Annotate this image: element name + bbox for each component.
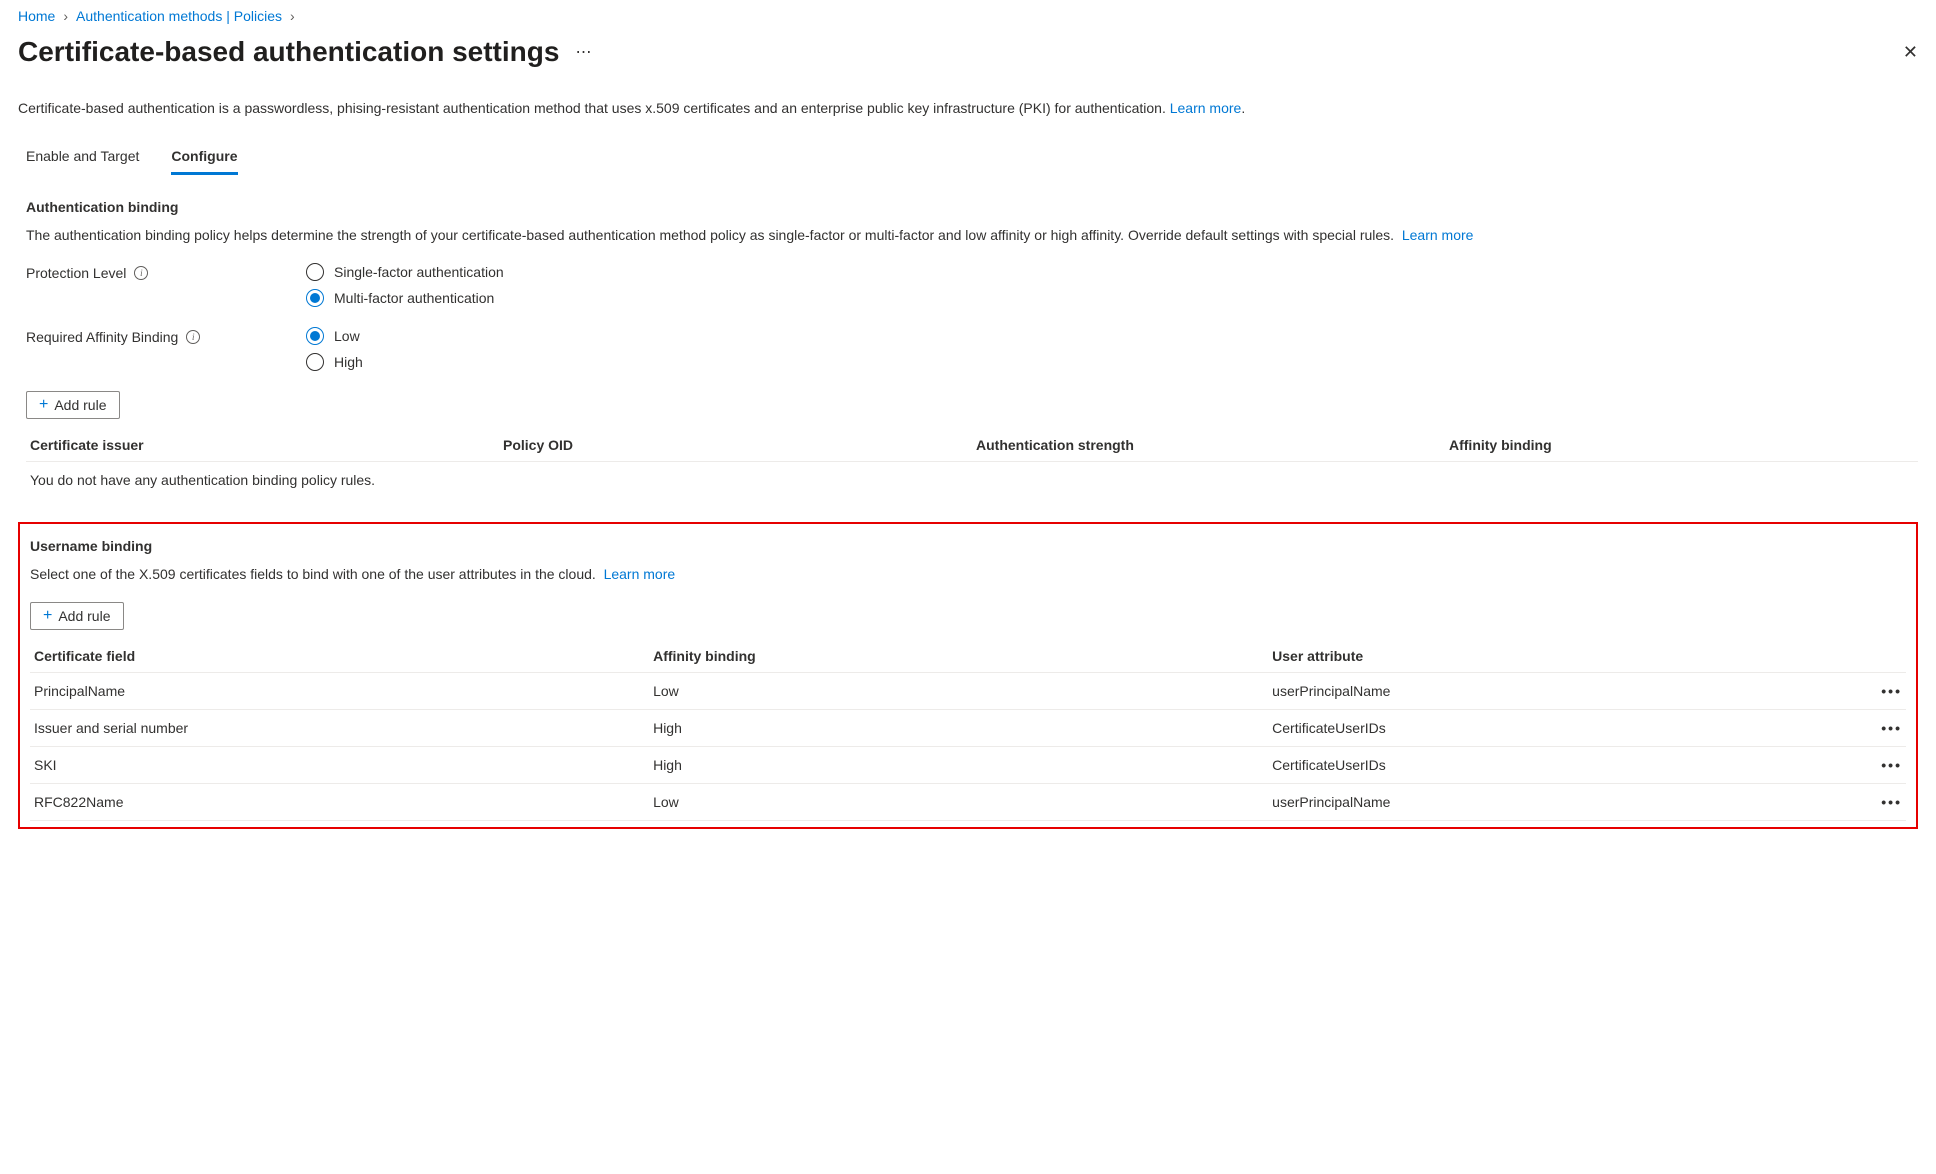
radio-icon [306, 327, 324, 345]
protection-level-row: Protection Level i Single-factor authent… [26, 263, 1918, 307]
radio-multi-factor[interactable]: Multi-factor authentication [306, 289, 504, 307]
affinity-binding-row: Required Affinity Binding i Low High [26, 327, 1918, 371]
more-icon[interactable]: ••• [1881, 794, 1902, 810]
breadcrumb-home[interactable]: Home [18, 8, 55, 24]
tab-enable-and-target[interactable]: Enable and Target [26, 140, 139, 175]
cell-user-attribute: CertificateUserIDs [1268, 747, 1856, 784]
more-icon[interactable]: ••• [1881, 720, 1902, 736]
breadcrumb: Home › Authentication methods | Policies… [18, 8, 1918, 24]
page-description: Certificate-based authentication is a pa… [18, 100, 1918, 116]
add-rule-button-auth-binding[interactable]: + Add rule [26, 391, 120, 419]
plus-icon: + [43, 607, 52, 625]
radio-affinity-high[interactable]: High [306, 353, 363, 371]
breadcrumb-auth-methods[interactable]: Authentication methods | Policies [76, 8, 282, 24]
radio-affinity-low[interactable]: Low [306, 327, 363, 345]
cell-certificate-field: PrincipalName [30, 673, 649, 710]
more-icon[interactable]: ••• [1881, 683, 1902, 699]
auth-binding-title: Authentication binding [26, 199, 1918, 215]
auth-binding-description: The authentication binding policy helps … [26, 227, 1918, 243]
plus-icon: + [39, 396, 48, 414]
description-text: Certificate-based authentication is a pa… [18, 100, 1166, 116]
col-certificate-field: Certificate field [30, 640, 649, 673]
radio-icon [306, 353, 324, 371]
affinity-binding-label: Required Affinity Binding [26, 329, 178, 345]
learn-more-link[interactable]: Learn more [1170, 100, 1242, 116]
cell-affinity: High [649, 747, 1268, 784]
info-icon[interactable]: i [186, 330, 200, 344]
cell-affinity: Low [649, 673, 1268, 710]
col-affinity-binding: Affinity binding [1445, 429, 1918, 462]
cell-user-attribute: CertificateUserIDs [1268, 710, 1856, 747]
radio-label: Single-factor authentication [334, 264, 504, 280]
add-rule-button-username-binding[interactable]: + Add rule [30, 602, 124, 630]
protection-level-label: Protection Level [26, 265, 126, 281]
cell-affinity: Low [649, 784, 1268, 821]
radio-single-factor[interactable]: Single-factor authentication [306, 263, 504, 281]
chevron-right-icon: › [290, 8, 295, 24]
tab-configure[interactable]: Configure [171, 140, 237, 175]
more-icon[interactable]: ⋯ [575, 42, 592, 62]
affinity-binding-radio-group: Low High [306, 327, 363, 371]
more-icon[interactable]: ••• [1881, 757, 1902, 773]
protection-level-radio-group: Single-factor authentication Multi-facto… [306, 263, 504, 307]
radio-icon [306, 289, 324, 307]
radio-label: Multi-factor authentication [334, 290, 494, 306]
username-binding-title: Username binding [30, 538, 1906, 554]
auth-binding-table: Certificate issuer Policy OID Authentica… [26, 429, 1918, 498]
col-auth-strength: Authentication strength [972, 429, 1445, 462]
username-binding-learn-more[interactable]: Learn more [604, 566, 676, 582]
cell-certificate-field: Issuer and serial number [30, 710, 649, 747]
add-rule-label: Add rule [54, 397, 106, 413]
radio-label: High [334, 354, 363, 370]
close-icon[interactable]: ✕ [1903, 42, 1918, 63]
col-user-attribute: User attribute [1268, 640, 1856, 673]
auth-binding-learn-more[interactable]: Learn more [1402, 227, 1474, 243]
cell-affinity: High [649, 710, 1268, 747]
col-certificate-issuer: Certificate issuer [26, 429, 499, 462]
title-row: Certificate-based authentication setting… [18, 36, 1918, 68]
radio-icon [306, 263, 324, 281]
username-binding-table: Certificate field Affinity binding User … [30, 640, 1906, 821]
col-policy-oid: Policy OID [499, 429, 972, 462]
info-icon[interactable]: i [134, 266, 148, 280]
page-title: Certificate-based authentication setting… [18, 36, 559, 68]
cell-certificate-field: SKI [30, 747, 649, 784]
table-row: Issuer and serial number High Certificat… [30, 710, 1906, 747]
table-row: RFC822Name Low userPrincipalName ••• [30, 784, 1906, 821]
table-row: SKI High CertificateUserIDs ••• [30, 747, 1906, 784]
cell-user-attribute: userPrincipalName [1268, 673, 1856, 710]
radio-label: Low [334, 328, 360, 344]
username-binding-section: Username binding Select one of the X.509… [18, 522, 1918, 829]
cell-certificate-field: RFC822Name [30, 784, 649, 821]
col-affinity-binding: Affinity binding [649, 640, 1268, 673]
username-binding-description: Select one of the X.509 certificates fie… [30, 566, 1906, 582]
table-row: PrincipalName Low userPrincipalName ••• [30, 673, 1906, 710]
cell-user-attribute: userPrincipalName [1268, 784, 1856, 821]
chevron-right-icon: › [63, 8, 68, 24]
tabs: Enable and Target Configure [18, 140, 1918, 175]
auth-binding-empty: You do not have any authentication bindi… [26, 462, 1918, 499]
add-rule-label: Add rule [58, 608, 110, 624]
